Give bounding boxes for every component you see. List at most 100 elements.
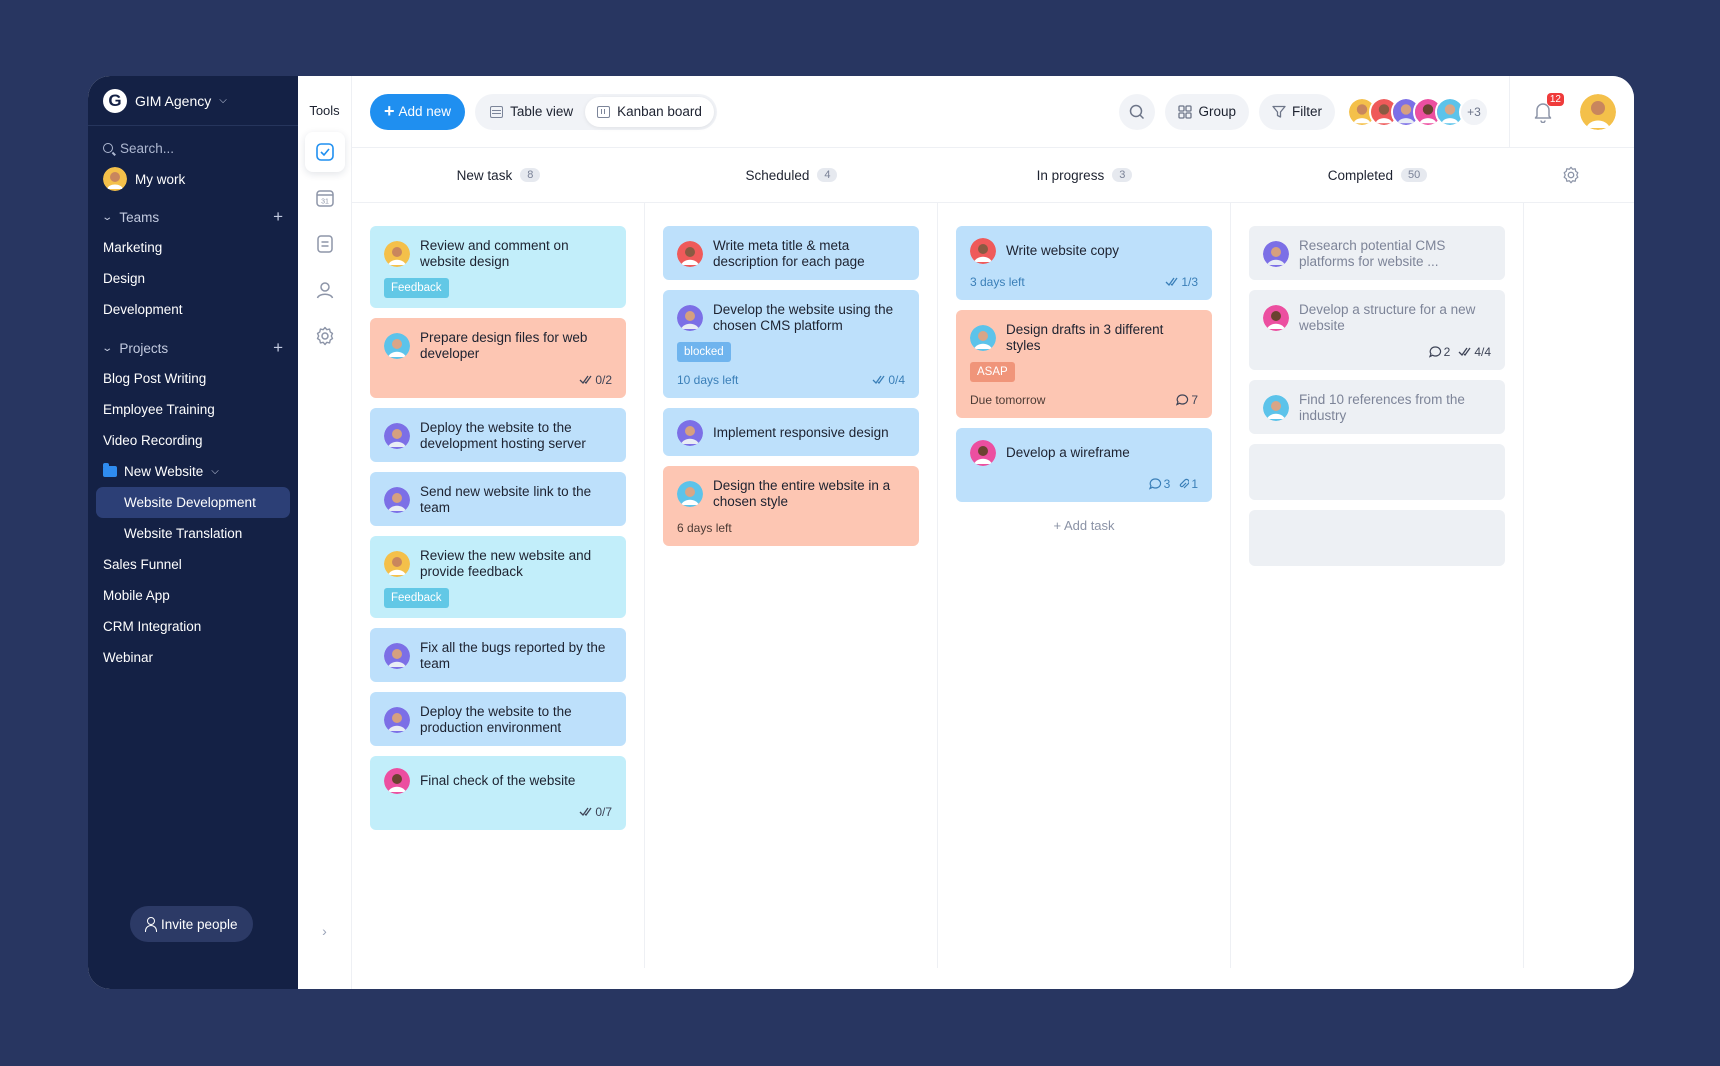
task-title: Fix all the bugs reported by the team — [420, 640, 606, 671]
comments-count: 3 — [1148, 476, 1171, 492]
checklist-count: 0/2 — [595, 373, 612, 387]
task-card[interactable]: Final check of the website 0/7 — [370, 756, 626, 830]
task-card[interactable]: Develop the website using the chosen CMS… — [663, 290, 919, 398]
comment-number: 3 — [1163, 477, 1171, 491]
filter-button[interactable]: Filter — [1259, 93, 1335, 130]
add-task-button[interactable]: + Add task — [956, 518, 1212, 533]
due-label: 6 days left — [677, 521, 732, 535]
column-title: In progress — [1036, 167, 1105, 183]
task-card[interactable]: Design drafts in 3 different styles ASAP… — [956, 310, 1212, 418]
task-title: Write website copy — [1006, 243, 1120, 258]
avatar — [970, 440, 996, 466]
task-title: Review the new website and provide feedb… — [420, 548, 592, 579]
kanban-board-label: Kanban board — [617, 104, 702, 119]
sidebar-item-webinar[interactable]: Webinar — [88, 642, 298, 673]
search-input[interactable] — [120, 140, 270, 156]
task-card[interactable]: Write meta title & meta description for … — [663, 226, 919, 280]
task-card[interactable]: Find 10 references from the industry — [1249, 380, 1505, 434]
task-title: Research potential CMS platforms for web… — [1299, 238, 1446, 269]
avatar — [970, 238, 996, 264]
board-settings-button[interactable] — [1524, 148, 1617, 202]
tool-people[interactable] — [305, 270, 345, 310]
column-title: Completed — [1327, 167, 1394, 183]
sidebar-item-mobile-app[interactable]: Mobile App — [88, 580, 298, 611]
tool-documents[interactable] — [305, 224, 345, 264]
column-title: New task — [456, 167, 513, 183]
add-team-icon[interactable]: + — [273, 207, 283, 227]
table-view-tab[interactable]: Table view — [478, 97, 585, 127]
search-icon — [103, 143, 113, 153]
search-icon — [1130, 104, 1145, 119]
add-project-icon[interactable]: + — [273, 338, 283, 358]
task-title: Develop a wireframe — [1006, 445, 1130, 460]
grid-icon — [1178, 104, 1193, 119]
checklist-count: 4/4 — [1474, 345, 1491, 359]
filter-label: Filter — [1292, 104, 1322, 119]
sidebar-item-blog-post-writing[interactable]: Blog Post Writing — [88, 363, 298, 394]
task-card[interactable]: Design the entire website in a chosen st… — [663, 466, 919, 546]
chevron-down-icon: ⌵ — [211, 466, 219, 477]
task-card[interactable]: Develop a structure for a new website 2 4… — [1249, 290, 1505, 370]
sidebar-item-development[interactable]: Development — [88, 294, 298, 325]
view-switcher: Table view Kanban board — [475, 93, 717, 130]
checklist-progress: 0/7 — [579, 804, 612, 820]
invite-people-button[interactable]: Invite people — [130, 906, 253, 942]
column-count: 4 — [817, 168, 838, 182]
task-title: Deploy the website to the production env… — [420, 704, 572, 735]
my-work-item[interactable]: My work — [88, 164, 298, 194]
task-card[interactable]: Send new website link to the team — [370, 472, 626, 526]
task-card[interactable]: Write website copy 3 days left 1/3 — [956, 226, 1212, 300]
tool-tasks[interactable] — [304, 132, 345, 172]
comment-number: 2 — [1443, 345, 1451, 359]
column-title: Scheduled — [745, 167, 810, 183]
task-card[interactable]: Research potential CMS platforms for web… — [1249, 226, 1505, 280]
task-card[interactable]: Deploy the website to the production env… — [370, 692, 626, 746]
task-card[interactable]: Prepare design files for web developer 0… — [370, 318, 626, 398]
task-card[interactable]: Deploy the website to the development ho… — [370, 408, 626, 462]
sidebar-item-website-development[interactable]: Website Development — [96, 487, 290, 518]
projects-section-header[interactable]: ⌄ Projects + — [88, 333, 298, 363]
sidebar-item-design[interactable]: Design — [88, 263, 298, 294]
workspace-name: GIM Agency — [135, 92, 212, 109]
chevron-right-icon[interactable]: › — [298, 923, 351, 939]
sidebar-search[interactable] — [88, 136, 298, 160]
task-card[interactable]: Implement responsive design — [663, 408, 919, 456]
sidebar-item-employee-training[interactable]: Employee Training — [88, 394, 298, 425]
kanban-board-tab[interactable]: Kanban board — [585, 96, 714, 127]
double-check-icon — [872, 375, 885, 385]
avatar — [677, 241, 703, 267]
placeholder-card — [1249, 444, 1505, 500]
sidebar-folder-new-website[interactable]: New Website ⌵ — [88, 456, 298, 487]
tool-settings[interactable] — [305, 316, 345, 356]
teams-section-header[interactable]: ⌄ Teams + — [88, 202, 298, 232]
group-button[interactable]: Group — [1165, 93, 1249, 130]
sidebar-item-marketing[interactable]: Marketing — [88, 232, 298, 263]
user-avatar[interactable] — [1580, 93, 1616, 130]
sidebar-item-video-recording[interactable]: Video Recording — [88, 425, 298, 456]
notifications-button[interactable]: 12 — [1528, 92, 1564, 127]
more-members-count[interactable]: +3 — [1459, 96, 1489, 127]
task-card[interactable]: Fix all the bugs reported by the team — [370, 628, 626, 682]
member-avatars[interactable]: +3 — [1347, 96, 1489, 127]
app-window: G GIM Agency ⌵ My work ⌄ Teams + Marketi… — [88, 76, 1634, 989]
toolbar-right: Group Filter +3 12 — [1119, 76, 1616, 148]
avatar — [1263, 395, 1289, 421]
attachments-count: 1 — [1178, 476, 1198, 492]
tool-calendar[interactable]: 31 — [305, 178, 345, 218]
sidebar-item-website-translation[interactable]: Website Translation — [88, 518, 298, 549]
task-card[interactable]: Develop a wireframe 3 1 — [956, 428, 1212, 502]
settings-icon — [1563, 166, 1578, 184]
task-card[interactable]: Review and comment on website design Fee… — [370, 226, 626, 308]
table-icon — [490, 105, 504, 118]
search-button[interactable] — [1119, 93, 1156, 130]
comments-count: 7 — [1176, 392, 1198, 408]
kanban-board: Review and comment on website design Fee… — [352, 203, 1634, 968]
chevron-down-icon: ⌄ — [101, 211, 114, 223]
add-new-button[interactable]: + Add new — [370, 93, 466, 130]
task-card[interactable]: Review the new website and provide feedb… — [370, 536, 626, 618]
invite-label: Invite people — [161, 916, 238, 932]
document-icon — [316, 235, 333, 253]
workspace-switcher[interactable]: G GIM Agency ⌵ — [88, 76, 298, 126]
sidebar-item-sales-funnel[interactable]: Sales Funnel — [88, 549, 298, 580]
sidebar-item-crm-integration[interactable]: CRM Integration — [88, 611, 298, 642]
